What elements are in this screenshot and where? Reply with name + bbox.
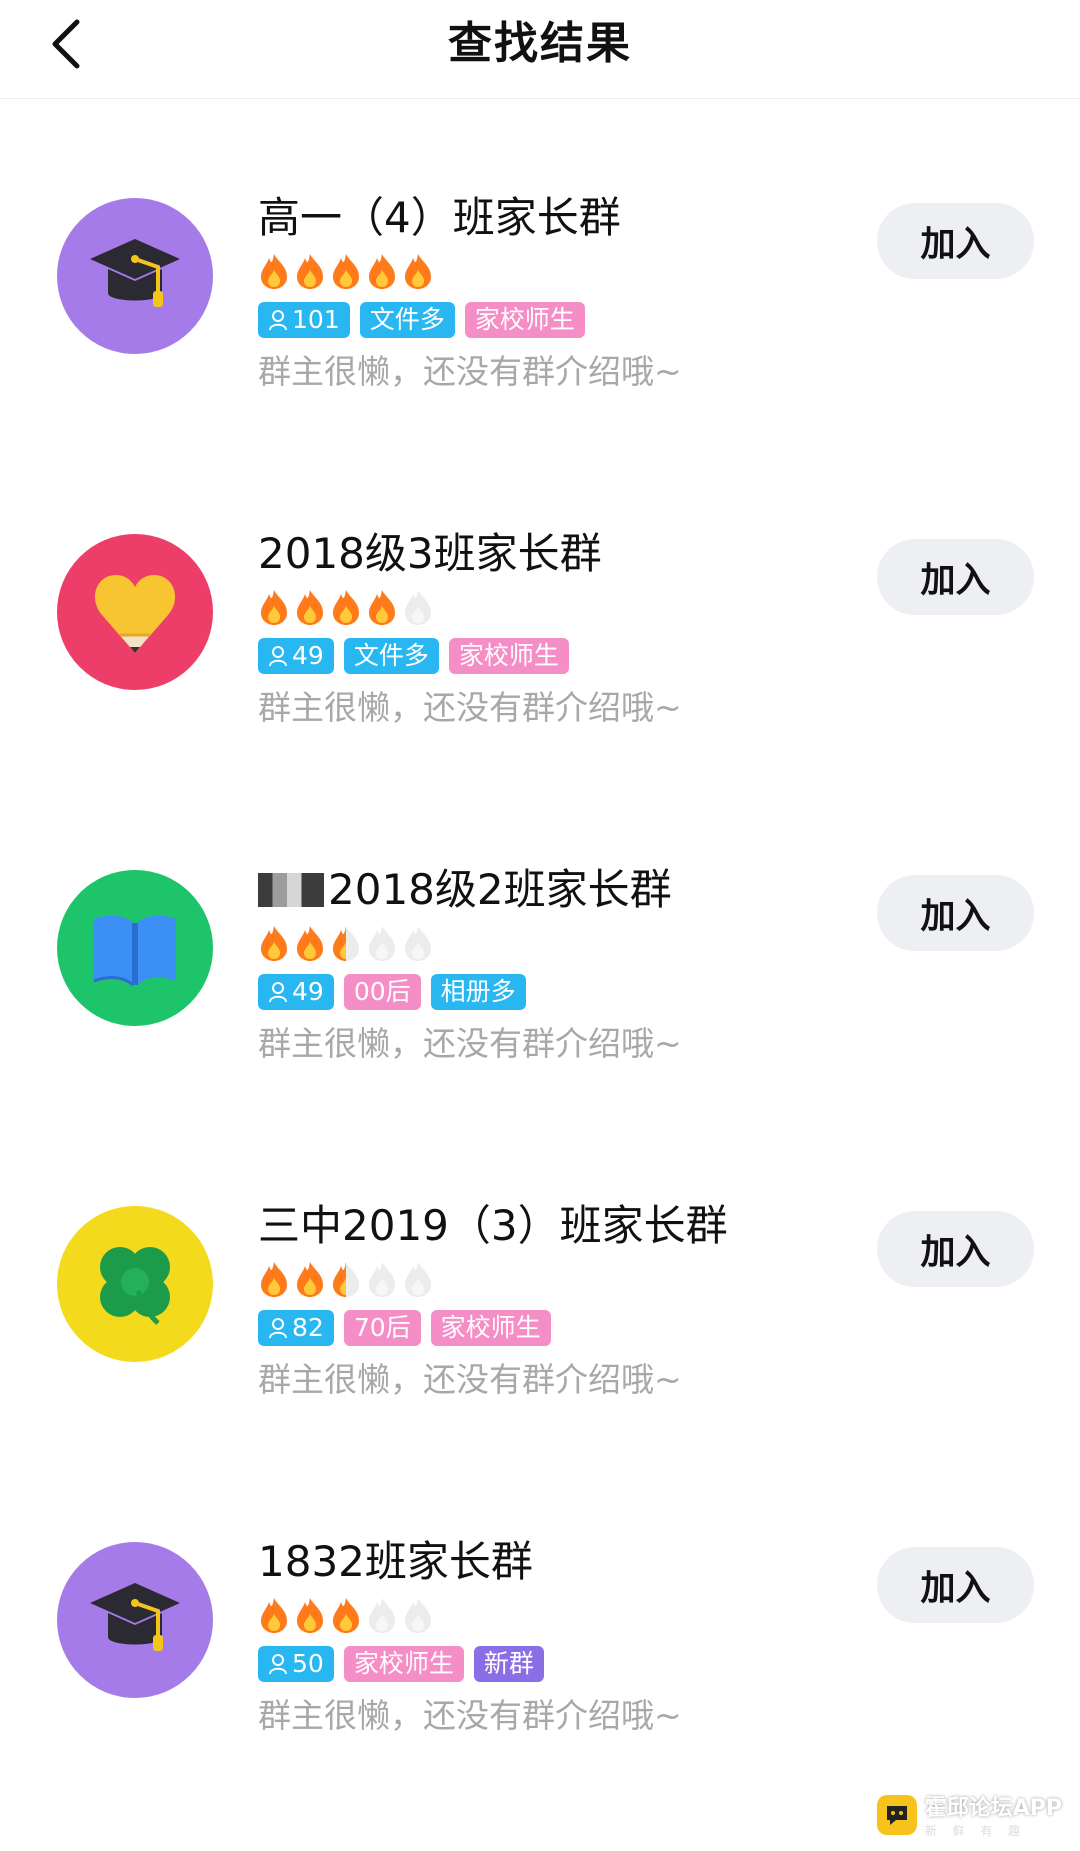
person-icon bbox=[268, 309, 290, 331]
flame-icon bbox=[366, 1260, 398, 1300]
group-tag: 70后 bbox=[343, 1310, 421, 1346]
group-avatar[interactable] bbox=[57, 198, 213, 354]
group-description: 群主很懒，还没有群介绍哦~ bbox=[258, 688, 682, 727]
flame-icon bbox=[366, 252, 398, 292]
group-description: 群主很懒，还没有群介绍哦~ bbox=[258, 352, 682, 391]
group-info: 2018级3班家长群 49 文件多 家校师生 群主很懒，还没有群介绍哦~ bbox=[258, 526, 838, 732]
page-title: 查找结果 bbox=[448, 18, 632, 69]
flame-icon bbox=[330, 1596, 362, 1636]
join-button[interactable]: 加入 bbox=[877, 1547, 1034, 1623]
member-count-badge: 49 bbox=[258, 638, 334, 674]
flame-icon bbox=[258, 924, 290, 964]
group-tag: 文件多 bbox=[343, 638, 439, 674]
flame-icon bbox=[294, 1260, 326, 1300]
heat-rating bbox=[258, 588, 838, 628]
person-icon bbox=[268, 1317, 290, 1339]
group-avatar[interactable] bbox=[57, 1542, 213, 1698]
heat-rating bbox=[258, 252, 838, 292]
flame-icon bbox=[294, 924, 326, 964]
tag-list: 50 家校师生 新群 bbox=[258, 1646, 838, 1684]
join-button[interactable]: 加入 bbox=[877, 1211, 1034, 1287]
member-count-badge: 50 bbox=[258, 1646, 334, 1682]
group-info: 三中2019（3）班家长群 82 70后 家校师生 群主很懒，还没有群介绍哦~ bbox=[258, 1198, 838, 1404]
graduation-cap-icon bbox=[80, 1565, 190, 1675]
group-info: 2018级2班家长群 49 00后 相册多 群主很懒，还没有群介绍哦~ bbox=[258, 862, 838, 1068]
flame-icon bbox=[330, 588, 362, 628]
flame-icon bbox=[258, 1596, 290, 1636]
flame-icon bbox=[366, 1596, 398, 1636]
flame-icon bbox=[330, 252, 362, 292]
flame-icon bbox=[402, 1260, 434, 1300]
group-name: 2018级3班家长群 bbox=[258, 529, 602, 578]
join-button[interactable]: 加入 bbox=[877, 203, 1034, 279]
group-info: 1832班家长群 50 家校师生 新群 群主很懒，还没有群介绍哦~ bbox=[258, 1534, 838, 1740]
flame-icon bbox=[258, 252, 290, 292]
result-row[interactable]: 高一（4）班家长群 101 文件多 家校师生 群主很懒，还没有群介绍哦~ 加入 bbox=[0, 98, 1080, 434]
chat-bubble-icon bbox=[876, 1794, 917, 1835]
group-avatar[interactable] bbox=[57, 534, 213, 690]
flame-icon bbox=[258, 1260, 290, 1300]
flame-icon bbox=[402, 252, 434, 292]
flame-icon bbox=[294, 252, 326, 292]
group-avatar[interactable] bbox=[57, 1206, 213, 1362]
member-count-badge: 82 bbox=[258, 1310, 334, 1346]
heat-rating bbox=[258, 1596, 838, 1636]
result-row[interactable]: 2018级3班家长群 49 文件多 家校师生 群主很懒，还没有群介绍哦~ 加入 bbox=[0, 434, 1080, 770]
watermark-sub: 新 鲜 有 趣 bbox=[924, 1824, 1027, 1838]
group-tag: 家校师生 bbox=[464, 302, 585, 338]
group-name: 三中2019（3）班家长群 bbox=[258, 1201, 728, 1250]
group-tag: 家校师生 bbox=[343, 1646, 464, 1682]
tag-list: 49 00后 相册多 bbox=[258, 974, 838, 1012]
group-tag: 相册多 bbox=[430, 974, 526, 1010]
group-description: 群主很懒，还没有群介绍哦~ bbox=[258, 1696, 682, 1735]
tag-list: 82 70后 家校师生 bbox=[258, 1310, 838, 1348]
group-name: 1832班家长群 bbox=[258, 1537, 533, 1586]
group-tag: 文件多 bbox=[359, 302, 455, 338]
watermark: 霍邱论坛APP 新 鲜 有 趣 bbox=[876, 1790, 1062, 1839]
tag-list: 101 文件多 家校师生 bbox=[258, 302, 838, 340]
flame-icon bbox=[330, 1260, 362, 1300]
result-list: 高一（4）班家长群 101 文件多 家校师生 群主很懒，还没有群介绍哦~ 加入 20… bbox=[0, 98, 1080, 1778]
member-count-badge: 101 bbox=[258, 302, 350, 338]
book-icon bbox=[80, 893, 190, 1003]
person-icon bbox=[268, 645, 290, 667]
group-name: 2018级2班家长群 bbox=[258, 862, 838, 918]
heat-rating bbox=[258, 1260, 838, 1300]
group-tag: 00后 bbox=[343, 974, 421, 1010]
group-avatar[interactable] bbox=[57, 870, 213, 1026]
member-count-badge: 49 bbox=[258, 974, 334, 1010]
flame-icon bbox=[330, 924, 362, 964]
person-icon bbox=[268, 1653, 290, 1675]
group-description: 群主很懒，还没有群介绍哦~ bbox=[258, 1024, 682, 1063]
flame-icon bbox=[258, 588, 290, 628]
blurred-region bbox=[258, 872, 324, 907]
heat-rating bbox=[258, 924, 838, 964]
flame-icon bbox=[294, 588, 326, 628]
graduation-cap-icon bbox=[80, 221, 190, 331]
flame-icon bbox=[366, 924, 398, 964]
result-row[interactable]: 1832班家长群 50 家校师生 新群 群主很懒，还没有群介绍哦~ 加入 bbox=[0, 1442, 1080, 1778]
watermark-name: 霍邱论坛APP bbox=[924, 1796, 1062, 1821]
flame-icon bbox=[402, 588, 434, 628]
group-tag: 家校师生 bbox=[448, 638, 569, 674]
heart-pencil-icon bbox=[80, 557, 190, 667]
person-icon bbox=[268, 981, 290, 1003]
flame-icon bbox=[402, 1596, 434, 1636]
group-tag: 家校师生 bbox=[430, 1310, 551, 1346]
tag-list: 49 文件多 家校师生 bbox=[258, 638, 838, 676]
result-row[interactable]: 三中2019（3）班家长群 82 70后 家校师生 群主很懒，还没有群介绍哦~ 加入 bbox=[0, 1106, 1080, 1442]
flame-icon bbox=[294, 1596, 326, 1636]
join-button[interactable]: 加入 bbox=[877, 539, 1034, 615]
flame-icon bbox=[402, 924, 434, 964]
group-tag: 新群 bbox=[473, 1646, 544, 1682]
result-row[interactable]: 2018级2班家长群 49 00后 相册多 群主很懒，还没有群介绍哦~ 加入 bbox=[0, 770, 1080, 1106]
group-description: 群主很懒，还没有群介绍哦~ bbox=[258, 1360, 682, 1399]
group-name: 高一（4）班家长群 bbox=[258, 193, 621, 242]
top-bar: 查找结果 bbox=[0, 0, 1080, 99]
join-button[interactable]: 加入 bbox=[877, 875, 1034, 951]
flame-icon bbox=[366, 588, 398, 628]
clover-icon bbox=[80, 1229, 190, 1339]
group-info: 高一（4）班家长群 101 文件多 家校师生 群主很懒，还没有群介绍哦~ bbox=[258, 190, 838, 396]
